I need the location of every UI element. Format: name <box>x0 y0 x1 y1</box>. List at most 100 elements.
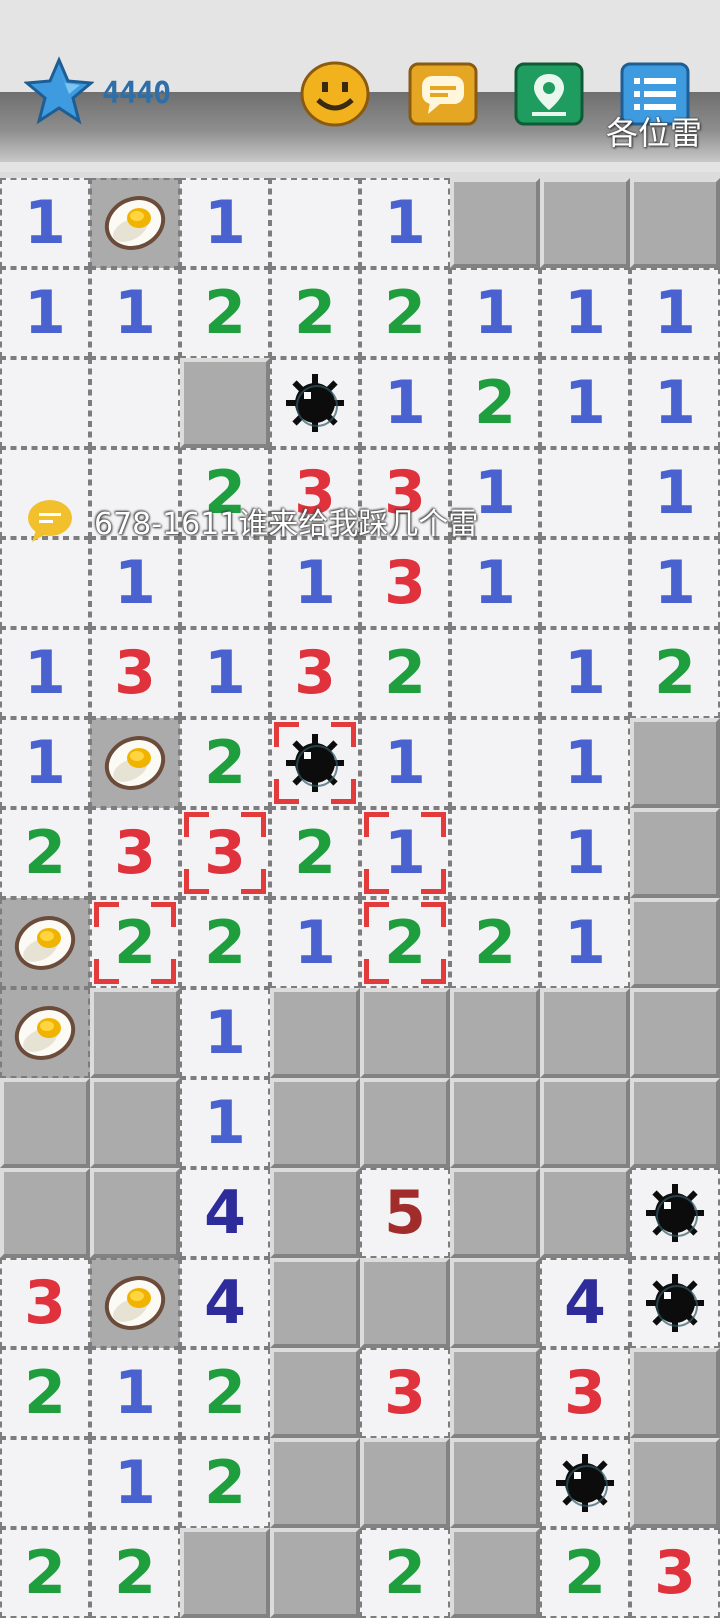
number-cell[interactable]: 1 <box>270 538 360 628</box>
number-cell[interactable]: 1 <box>180 1078 270 1168</box>
hidden-cell[interactable] <box>630 808 720 898</box>
number-cell[interactable]: 2 <box>180 1438 270 1528</box>
hidden-cell[interactable] <box>270 1528 360 1618</box>
hidden-cell[interactable] <box>450 1078 540 1168</box>
flagged-cell[interactable] <box>0 988 90 1078</box>
number-cell[interactable]: 1 <box>90 268 180 358</box>
number-cell[interactable]: 3 <box>180 808 270 898</box>
number-cell[interactable]: 4 <box>180 1168 270 1258</box>
number-cell[interactable]: 1 <box>630 358 720 448</box>
mine-cell[interactable] <box>630 1258 720 1348</box>
hidden-cell[interactable] <box>270 988 360 1078</box>
number-cell[interactable]: 1 <box>0 178 90 268</box>
number-cell[interactable]: 2 <box>0 1348 90 1438</box>
mine-cell[interactable] <box>270 358 360 448</box>
hidden-cell[interactable] <box>540 1168 630 1258</box>
hidden-cell[interactable] <box>270 1258 360 1348</box>
empty-cell[interactable] <box>90 358 180 448</box>
flagged-cell[interactable] <box>0 898 90 988</box>
empty-cell[interactable] <box>540 448 630 538</box>
number-cell[interactable]: 2 <box>360 898 450 988</box>
hidden-cell[interactable] <box>450 1528 540 1618</box>
number-cell[interactable]: 2 <box>0 1528 90 1618</box>
number-cell[interactable]: 2 <box>180 718 270 808</box>
number-cell[interactable]: 2 <box>90 898 180 988</box>
hidden-cell[interactable] <box>450 1168 540 1258</box>
number-cell[interactable]: 3 <box>90 628 180 718</box>
number-cell[interactable]: 2 <box>450 358 540 448</box>
empty-cell[interactable] <box>540 538 630 628</box>
number-cell[interactable]: 1 <box>0 718 90 808</box>
number-cell[interactable]: 2 <box>360 268 450 358</box>
number-cell[interactable]: 1 <box>540 898 630 988</box>
number-cell[interactable]: 1 <box>90 538 180 628</box>
number-cell[interactable]: 1 <box>90 1348 180 1438</box>
number-cell[interactable]: 5 <box>360 1168 450 1258</box>
empty-cell[interactable] <box>450 628 540 718</box>
hidden-cell[interactable] <box>0 1078 90 1168</box>
hidden-cell[interactable] <box>90 1078 180 1168</box>
number-cell[interactable]: 3 <box>540 1348 630 1438</box>
number-cell[interactable]: 2 <box>630 628 720 718</box>
empty-cell[interactable] <box>0 358 90 448</box>
flagged-cell[interactable] <box>90 718 180 808</box>
number-cell[interactable]: 1 <box>0 268 90 358</box>
hidden-cell[interactable] <box>630 1348 720 1438</box>
flagged-cell[interactable] <box>90 1258 180 1348</box>
number-cell[interactable]: 1 <box>360 178 450 268</box>
number-cell[interactable]: 1 <box>180 988 270 1078</box>
number-cell[interactable]: 4 <box>180 1258 270 1348</box>
number-cell[interactable]: 2 <box>0 808 90 898</box>
number-cell[interactable]: 2 <box>450 898 540 988</box>
hidden-cell[interactable] <box>630 178 720 268</box>
hidden-cell[interactable] <box>360 1078 450 1168</box>
mine-cell[interactable] <box>270 718 360 808</box>
hidden-cell[interactable] <box>540 988 630 1078</box>
number-cell[interactable]: 2 <box>180 1348 270 1438</box>
number-cell[interactable]: 1 <box>540 718 630 808</box>
number-cell[interactable]: 1 <box>180 628 270 718</box>
number-cell[interactable]: 2 <box>180 898 270 988</box>
number-cell[interactable]: 2 <box>360 1528 450 1618</box>
hidden-cell[interactable] <box>270 1168 360 1258</box>
number-cell[interactable]: 3 <box>360 1348 450 1438</box>
smiley-button[interactable] <box>300 60 370 128</box>
hidden-cell[interactable] <box>540 178 630 268</box>
number-cell[interactable]: 2 <box>360 628 450 718</box>
number-cell[interactable]: 1 <box>540 358 630 448</box>
hidden-cell[interactable] <box>360 1438 450 1528</box>
number-cell[interactable]: 1 <box>360 808 450 898</box>
number-cell[interactable]: 2 <box>540 1528 630 1618</box>
hidden-cell[interactable] <box>0 1168 90 1258</box>
number-cell[interactable]: 3 <box>270 628 360 718</box>
number-cell[interactable]: 2 <box>90 1528 180 1618</box>
empty-cell[interactable] <box>270 178 360 268</box>
hidden-cell[interactable] <box>180 1528 270 1618</box>
hidden-cell[interactable] <box>360 988 450 1078</box>
empty-cell[interactable] <box>180 538 270 628</box>
number-cell[interactable]: 1 <box>360 718 450 808</box>
location-button[interactable] <box>514 60 584 128</box>
number-cell[interactable]: 2 <box>180 268 270 358</box>
number-cell[interactable]: 1 <box>0 628 90 718</box>
mine-cell[interactable] <box>630 1168 720 1258</box>
hidden-cell[interactable] <box>630 898 720 988</box>
empty-cell[interactable] <box>450 718 540 808</box>
hidden-cell[interactable] <box>450 1258 540 1348</box>
hidden-cell[interactable] <box>540 1078 630 1168</box>
empty-cell[interactable] <box>450 808 540 898</box>
number-cell[interactable]: 1 <box>450 538 540 628</box>
number-cell[interactable]: 1 <box>90 1438 180 1528</box>
number-cell[interactable]: 1 <box>540 808 630 898</box>
hidden-cell[interactable] <box>270 1348 360 1438</box>
hidden-cell[interactable] <box>630 1078 720 1168</box>
number-cell[interactable]: 1 <box>630 448 720 538</box>
number-cell[interactable]: 1 <box>180 178 270 268</box>
hidden-cell[interactable] <box>90 988 180 1078</box>
hidden-cell[interactable] <box>270 1438 360 1528</box>
hidden-cell[interactable] <box>360 1258 450 1348</box>
number-cell[interactable]: 1 <box>360 358 450 448</box>
number-cell[interactable]: 1 <box>540 628 630 718</box>
chat-button[interactable] <box>408 60 478 128</box>
number-cell[interactable]: 2 <box>270 808 360 898</box>
